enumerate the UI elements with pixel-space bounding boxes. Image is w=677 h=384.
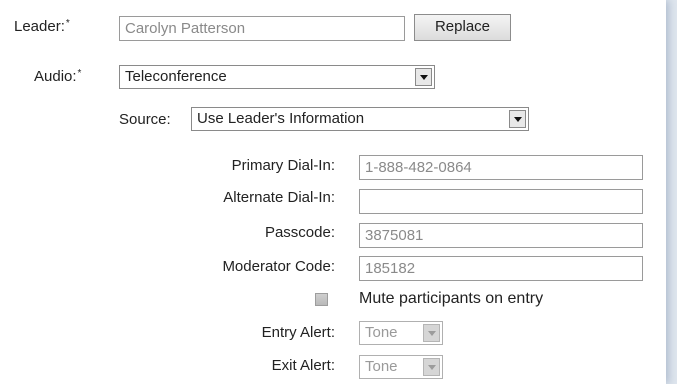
leader-label: Leader:* [14,18,70,35]
audio-select-value: Teleconference [125,68,227,85]
exit-alert-value: Tone [365,358,398,375]
audio-settings-panel: Leader:* Carolyn Patterson Replace Audio… [0,0,666,384]
alternate-dial-in-input[interactable] [359,189,643,214]
moderator-code-input[interactable]: 185182 [359,256,643,281]
passcode-label: Passcode: [264,224,335,241]
audio-label-text: Audio: [34,68,77,85]
required-marker: * [77,68,82,79]
exit-alert-label: Exit Alert: [271,357,335,374]
exit-alert-select[interactable]: Tone [359,355,443,379]
chevron-down-icon[interactable] [423,324,440,342]
source-select-value: Use Leader's Information [197,110,365,127]
leader-label-text: Leader: [14,18,65,35]
audio-label: Audio:* [34,68,81,85]
audio-select[interactable]: Teleconference [119,65,435,89]
mute-checkbox[interactable] [315,293,328,306]
moderator-code-label: Moderator Code: [222,258,335,275]
entry-alert-select[interactable]: Tone [359,321,443,345]
alternate-dial-in-label: Alternate Dial-In: [223,189,335,206]
leader-input[interactable]: Carolyn Patterson [119,16,405,41]
required-marker: * [65,18,70,29]
chevron-down-icon[interactable] [415,68,432,86]
entry-alert-value: Tone [365,324,398,341]
primary-dial-in-label: Primary Dial-In: [231,157,335,174]
entry-alert-label: Entry Alert: [261,324,335,341]
source-select[interactable]: Use Leader's Information [191,107,529,131]
replace-button[interactable]: Replace [414,14,511,41]
source-label: Source: [119,111,171,128]
primary-dial-in-input[interactable]: 1-888-482-0864 [359,155,643,180]
chevron-down-icon[interactable] [509,110,526,128]
chevron-down-icon[interactable] [423,358,440,376]
mute-label: Mute participants on entry [359,290,544,307]
passcode-input[interactable]: 3875081 [359,223,643,248]
